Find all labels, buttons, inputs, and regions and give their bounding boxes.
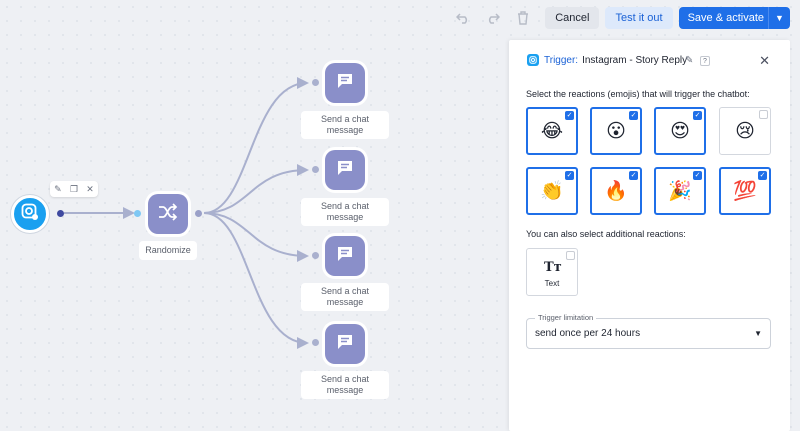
node-quick-actions: ✎ ❐ ✕ bbox=[50, 181, 98, 197]
save-button-group: Save & activate ▼ bbox=[678, 7, 790, 29]
trigger-limitation-select[interactable]: Trigger limitation send once per 24 hour… bbox=[526, 313, 771, 349]
send-message-label-2: Send a chat message bbox=[301, 198, 389, 226]
reaction-emoji: 😂 bbox=[540, 120, 564, 142]
reaction-option-4[interactable]: 😢 bbox=[719, 107, 771, 155]
chat-message-icon bbox=[336, 160, 354, 181]
close-panel-icon[interactable]: ✕ bbox=[759, 53, 770, 69]
randomize-node[interactable] bbox=[148, 194, 188, 234]
edge-message-1 bbox=[203, 77, 309, 214]
checkbox-checked[interactable]: ✓ bbox=[693, 111, 702, 120]
redo-icon[interactable] bbox=[481, 7, 505, 29]
checkbox-checked[interactable]: ✓ bbox=[758, 171, 767, 180]
reaction-option-5[interactable]: 👏 ✓ bbox=[526, 167, 578, 215]
reaction-option-8[interactable]: 💯 ✓ bbox=[719, 167, 771, 215]
shuffle-icon bbox=[158, 202, 178, 226]
randomize-output-port[interactable] bbox=[195, 210, 202, 217]
instagram-icon bbox=[527, 54, 539, 66]
undo-icon[interactable] bbox=[451, 7, 475, 29]
checkbox-checked[interactable]: ✓ bbox=[693, 171, 702, 180]
instagram-trigger-icon bbox=[21, 203, 39, 226]
instagram-trigger-node[interactable] bbox=[11, 195, 49, 233]
copy-icon[interactable]: ❐ bbox=[70, 184, 78, 195]
reaction-option-3[interactable]: 😍 ✓ bbox=[654, 107, 706, 155]
checkbox-checked[interactable]: ✓ bbox=[565, 171, 574, 180]
reaction-option-1[interactable]: 😂 ✓ bbox=[526, 107, 578, 155]
save-options-dropdown[interactable]: ▼ bbox=[768, 7, 790, 29]
message-3-input-port[interactable] bbox=[312, 252, 319, 259]
chat-message-icon bbox=[336, 246, 354, 267]
chat-message-icon bbox=[336, 73, 354, 94]
start-output-port[interactable] bbox=[57, 210, 64, 217]
send-message-label-4: Send a chat message bbox=[301, 371, 389, 399]
randomize-label: Randomize bbox=[139, 241, 197, 260]
panel-kind: Trigger: bbox=[544, 54, 579, 66]
additional-reactions-heading: You can also select additional reactions… bbox=[526, 229, 686, 239]
message-4-input-port[interactable] bbox=[312, 339, 319, 346]
randomize-input-port[interactable] bbox=[134, 210, 141, 217]
trigger-limitation-label: Trigger limitation bbox=[535, 313, 597, 322]
checkbox-checked[interactable]: ✓ bbox=[565, 111, 574, 120]
reaction-emoji: 👏 bbox=[540, 181, 564, 202]
trash-icon[interactable] bbox=[511, 7, 535, 29]
close-icon[interactable]: ✕ bbox=[86, 184, 94, 195]
test-it-out-button[interactable]: Test it out bbox=[605, 7, 673, 29]
reaction-emoji: 🎉 bbox=[668, 181, 692, 202]
chevron-down-icon: ▼ bbox=[754, 329, 762, 338]
message-1-input-port[interactable] bbox=[312, 79, 319, 86]
reaction-emoji: 😢 bbox=[735, 120, 755, 142]
text-type-icon: Tт bbox=[544, 260, 562, 275]
checkbox-checked[interactable]: ✓ bbox=[629, 171, 638, 180]
chevron-down-icon: ▼ bbox=[775, 13, 784, 23]
reaction-emoji: 😍 bbox=[670, 120, 690, 142]
panel-title: Instagram - Story Reply bbox=[582, 54, 688, 66]
trigger-settings-panel: Trigger: Instagram - Story Reply ✎ ? ✕ S… bbox=[509, 40, 790, 431]
message-2-input-port[interactable] bbox=[312, 166, 319, 173]
send-message-node-4[interactable] bbox=[325, 324, 365, 364]
cancel-button[interactable]: Cancel bbox=[545, 7, 600, 29]
save-activate-button[interactable]: Save & activate bbox=[678, 7, 773, 29]
checkbox-unchecked[interactable] bbox=[759, 110, 768, 119]
chat-message-icon bbox=[336, 334, 354, 355]
edge-message-4 bbox=[203, 212, 309, 349]
send-message-node-1[interactable] bbox=[325, 63, 365, 103]
trigger-limitation-value: send once per 24 hours bbox=[535, 328, 641, 339]
send-message-label-1: Send a chat message bbox=[301, 111, 389, 139]
reaction-option-2[interactable]: 😮 ✓ bbox=[590, 107, 642, 155]
edit-icon[interactable]: ✎ bbox=[54, 184, 62, 195]
reaction-option-7[interactable]: 🎉 ✓ bbox=[654, 167, 706, 215]
panel-header: Trigger: Instagram - Story Reply bbox=[527, 54, 687, 66]
help-icon[interactable]: ? bbox=[700, 56, 710, 66]
text-option-label: Text bbox=[544, 279, 560, 288]
checkbox-unchecked[interactable] bbox=[566, 251, 575, 260]
reaction-emoji: 😮 bbox=[606, 120, 626, 142]
reaction-emoji: 🔥 bbox=[604, 181, 628, 202]
send-message-label-3: Send a chat message bbox=[301, 283, 389, 311]
edit-title-icon[interactable]: ✎ bbox=[685, 55, 693, 66]
top-toolbar: Cancel Test it out Save & activate ▼ bbox=[451, 7, 790, 29]
reactions-heading: Select the reactions (emojis) that will … bbox=[526, 89, 750, 99]
reaction-emoji: 💯 bbox=[733, 181, 757, 202]
send-message-node-3[interactable] bbox=[325, 236, 365, 276]
reaction-option-6[interactable]: 🔥 ✓ bbox=[590, 167, 642, 215]
text-reaction-option[interactable]: Tт Text bbox=[526, 248, 578, 296]
checkbox-checked[interactable]: ✓ bbox=[629, 111, 638, 120]
send-message-node-2[interactable] bbox=[325, 150, 365, 190]
